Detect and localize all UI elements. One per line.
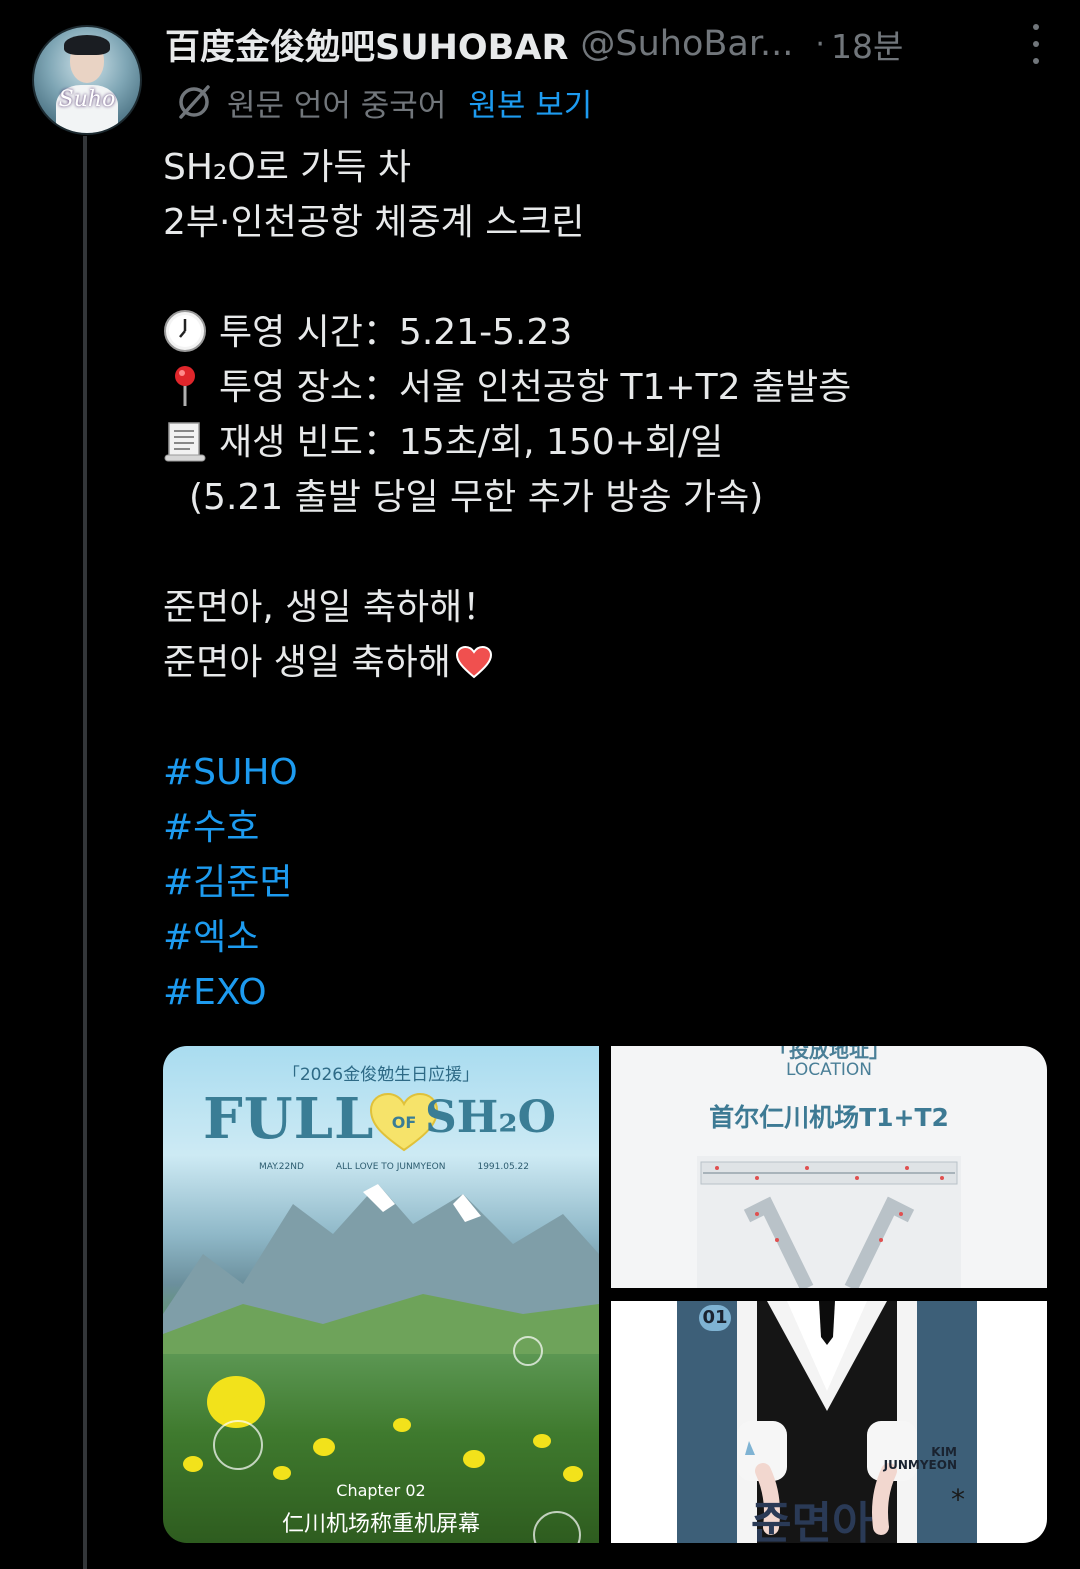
poster-title-of: OF: [392, 1113, 417, 1132]
scroll-icon: [164, 422, 206, 462]
portrait-name-en: KIM JUNMYEON: [883, 1445, 957, 1472]
more-icon[interactable]: [1022, 24, 1050, 64]
portrait-image[interactable]: 01 KIM JUNMYEON 준면아 *: [611, 1301, 1047, 1543]
tweet-body: SH₂O로 가득 차 2부·인천공항 체중계 스크린 투영 시간：5.21-5.…: [163, 140, 1043, 1020]
wish-line-1: 준면아, 생일 축하해！: [163, 587, 499, 628]
place-line: 투영 장소：서울 인천공항 T1+T2 출발층: [163, 360, 1043, 415]
location-address: 首尔仁川机场T1+T2: [709, 1103, 949, 1132]
time-text: 투영 시간：5.21-5.23: [219, 312, 573, 353]
thread-line: [83, 136, 87, 1569]
wish-text-2: 준면아 생일 축하해: [163, 642, 451, 683]
portrait-star: *: [951, 1483, 965, 1516]
show-original-link[interactable]: 원본 보기: [468, 80, 592, 125]
location-image[interactable]: 「投放地址」 LOCATION 首尔仁川机场T1+T2: [611, 1046, 1047, 1288]
mountain-graphic: [163, 1184, 599, 1354]
frequency-note: (5.21 출발 당일 무한 추가 방송 가속): [189, 477, 764, 518]
time-line: 투영 시간：5.21-5.23: [163, 305, 1043, 360]
tweet-header: 百度金俊勉吧SUHOBAR @SuhoBar... · 18분: [165, 20, 1060, 68]
title-line-2: 2부·인천공항 체중계 스크린: [163, 202, 585, 243]
frequency-line: 재생 빈도：15초/회, 150+회/일: [163, 415, 1043, 470]
user-handle[interactable]: @SuhoBar...: [580, 24, 793, 64]
translation-row: 원문 언어 중국어 원본 보기: [175, 80, 592, 124]
frequency-text: 재생 빈도：15초/회, 150+회/일: [219, 422, 724, 463]
poster-title-right: SH₂O: [425, 1092, 556, 1143]
place-text: 투영 장소：서울 인천공항 T1+T2 출발층: [219, 367, 852, 408]
media-grid: 「2026金俊勉生日应援」 FULL OF SH₂O MAY.22ND ALL …: [163, 1046, 1047, 1543]
poster-meta: MAY.22ND ALL LOVE TO JUNMYEON 1991.05.22: [259, 1162, 529, 1172]
hashtag-link[interactable]: #SUHO: [163, 745, 1043, 800]
poster-title-left: FULL: [203, 1086, 375, 1152]
pushpin-icon: [175, 366, 195, 406]
avatar[interactable]: Suho: [32, 25, 142, 135]
time-separator: ·: [815, 26, 825, 62]
hashtag-link[interactable]: #김준면: [163, 855, 1043, 910]
wish-line-2: 준면아 생일 축하해: [163, 635, 1043, 690]
hashtag-link[interactable]: #수호: [163, 800, 1043, 855]
hashtag-link[interactable]: #엑소: [163, 910, 1043, 965]
timestamp[interactable]: 18분: [831, 20, 903, 68]
poster-tag: 「2026金俊勉生日应援」: [282, 1065, 480, 1085]
poster-screen-title: 仁川机场称重机屏幕: [281, 1512, 480, 1537]
portrait-number: 01: [699, 1305, 731, 1331]
clock-icon: [164, 310, 206, 352]
display-name[interactable]: 百度金俊勉吧SUHOBAR: [165, 19, 568, 70]
hashtag-link[interactable]: #EXO: [163, 965, 1043, 1020]
translate-icon: [179, 85, 210, 119]
airport-map-graphic: [697, 1156, 961, 1288]
heart-icon: [455, 645, 492, 679]
title-line-1: SH₂O로 가득 차: [163, 147, 412, 188]
translation-note: 원문 언어 중국어: [227, 87, 447, 124]
avatar-signature: Suho: [58, 87, 116, 112]
poster-chapter: Chapter 02: [336, 1481, 426, 1500]
location-label-en: LOCATION: [786, 1060, 872, 1080]
portrait-name-ko: 준면아: [751, 1498, 873, 1543]
poster-image[interactable]: 「2026金俊勉生日应援」 FULL OF SH₂O MAY.22ND ALL …: [163, 1046, 599, 1543]
